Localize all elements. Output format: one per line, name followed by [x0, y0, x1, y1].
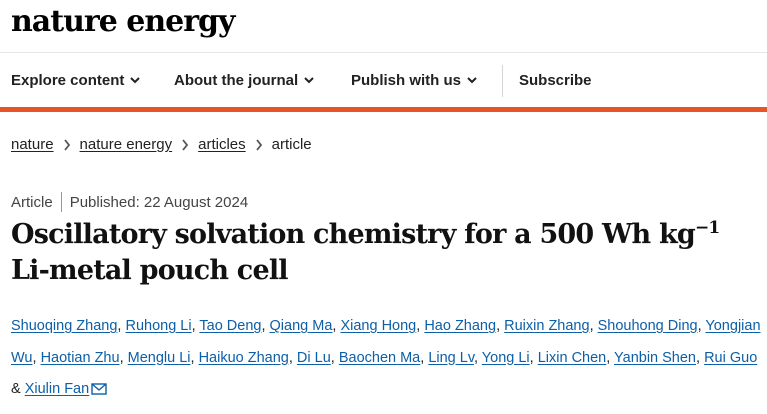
chevron-down-icon [304, 77, 314, 84]
author-separator: , [288, 349, 297, 366]
journal-logo[interactable]: nature energy [11, 4, 235, 39]
author-list: Shuoqing Zhang, Ruhong Li, Tao Deng, Qia… [11, 311, 763, 406]
author-link[interactable]: Baochen Ma [339, 350, 420, 366]
breadcrumb: nature nature energy articles article [11, 136, 312, 153]
chevron-right-icon [63, 138, 70, 151]
author-separator: , [119, 349, 128, 366]
author-link[interactable]: Haotian Zhu [41, 350, 120, 366]
author-link[interactable]: Yong Li [482, 350, 530, 366]
nav-about-journal-label: About the journal [174, 71, 299, 89]
author-link[interactable]: Ruixin Zhang [504, 318, 589, 334]
breadcrumb-articles[interactable]: articles [198, 136, 246, 153]
author-separator: , [696, 349, 705, 366]
author-link[interactable]: Di Lu [297, 350, 331, 366]
author-link[interactable]: Shouhong Ding [598, 318, 698, 334]
author-link[interactable]: Yanbin Shen [614, 350, 696, 366]
nav-publish-with-us[interactable]: Publish with us [351, 72, 477, 89]
subscribe-label: Subscribe [519, 71, 592, 89]
author-separator: , [32, 349, 41, 366]
author-separator: , [474, 349, 482, 366]
article-title-superscript: −1 [694, 218, 720, 238]
author-separator: , [606, 349, 615, 366]
envelope-icon[interactable] [91, 383, 107, 395]
author-separator: , [190, 349, 199, 366]
nav-about-journal[interactable]: About the journal [174, 72, 314, 89]
chevron-down-icon [467, 77, 477, 84]
article-meta: Article Published: 22 August 2024 [11, 192, 248, 212]
author-link[interactable]: Rui Guo [704, 350, 757, 366]
author-link[interactable]: Xiulin Fan [25, 381, 89, 397]
author-link[interactable]: Qiang Ma [270, 318, 333, 334]
author-link[interactable]: Ruhong Li [125, 318, 191, 334]
site-header: nature energy [0, 0, 767, 53]
article-title-main: Oscillatory solvation chemistry for a 50… [11, 219, 696, 250]
author-link[interactable]: Menglu Li [128, 350, 191, 366]
nav-publish-with-us-label: Publish with us [351, 71, 462, 89]
main-nav: Explore content About the journal Publis… [0, 53, 767, 107]
author-link[interactable]: Lixin Chen [538, 350, 607, 366]
chevron-right-icon [255, 138, 262, 151]
subscribe-link[interactable]: Subscribe [519, 72, 592, 89]
published-date: Published: 22 August 2024 [69, 193, 249, 211]
author-link[interactable]: Ling Lv [428, 350, 474, 366]
chevron-down-icon [130, 77, 141, 84]
author-link[interactable]: Shuoqing Zhang [11, 318, 117, 334]
author-link[interactable]: Haikuo Zhang [199, 350, 289, 366]
nav-explore-content[interactable]: Explore content [11, 71, 141, 89]
author-link[interactable]: Xiang Hong [340, 318, 416, 334]
chevron-right-icon [182, 138, 189, 151]
author-separator: , [330, 349, 339, 366]
article-title-tail: Li-metal pouch cell [11, 255, 289, 286]
author-link[interactable]: Hao Zhang [424, 318, 496, 334]
author-separator: , [261, 318, 270, 334]
article-title: Oscillatory solvation chemistry for a 50… [11, 217, 751, 289]
meta-divider [60, 192, 62, 212]
breadcrumb-current: article [271, 136, 312, 153]
author-link[interactable]: Tao Deng [199, 318, 261, 334]
nav-divider [502, 65, 503, 97]
author-last-separator: & [11, 381, 25, 397]
breadcrumb-nature-energy[interactable]: nature energy [80, 136, 173, 153]
article-type: Article [11, 193, 53, 211]
author-separator: , [589, 318, 598, 334]
author-separator: , [496, 318, 505, 334]
nav-explore-content-label: Explore content [11, 71, 125, 89]
breadcrumb-nature[interactable]: nature [11, 136, 54, 153]
accent-bar [0, 107, 767, 112]
author-separator: , [529, 349, 538, 366]
